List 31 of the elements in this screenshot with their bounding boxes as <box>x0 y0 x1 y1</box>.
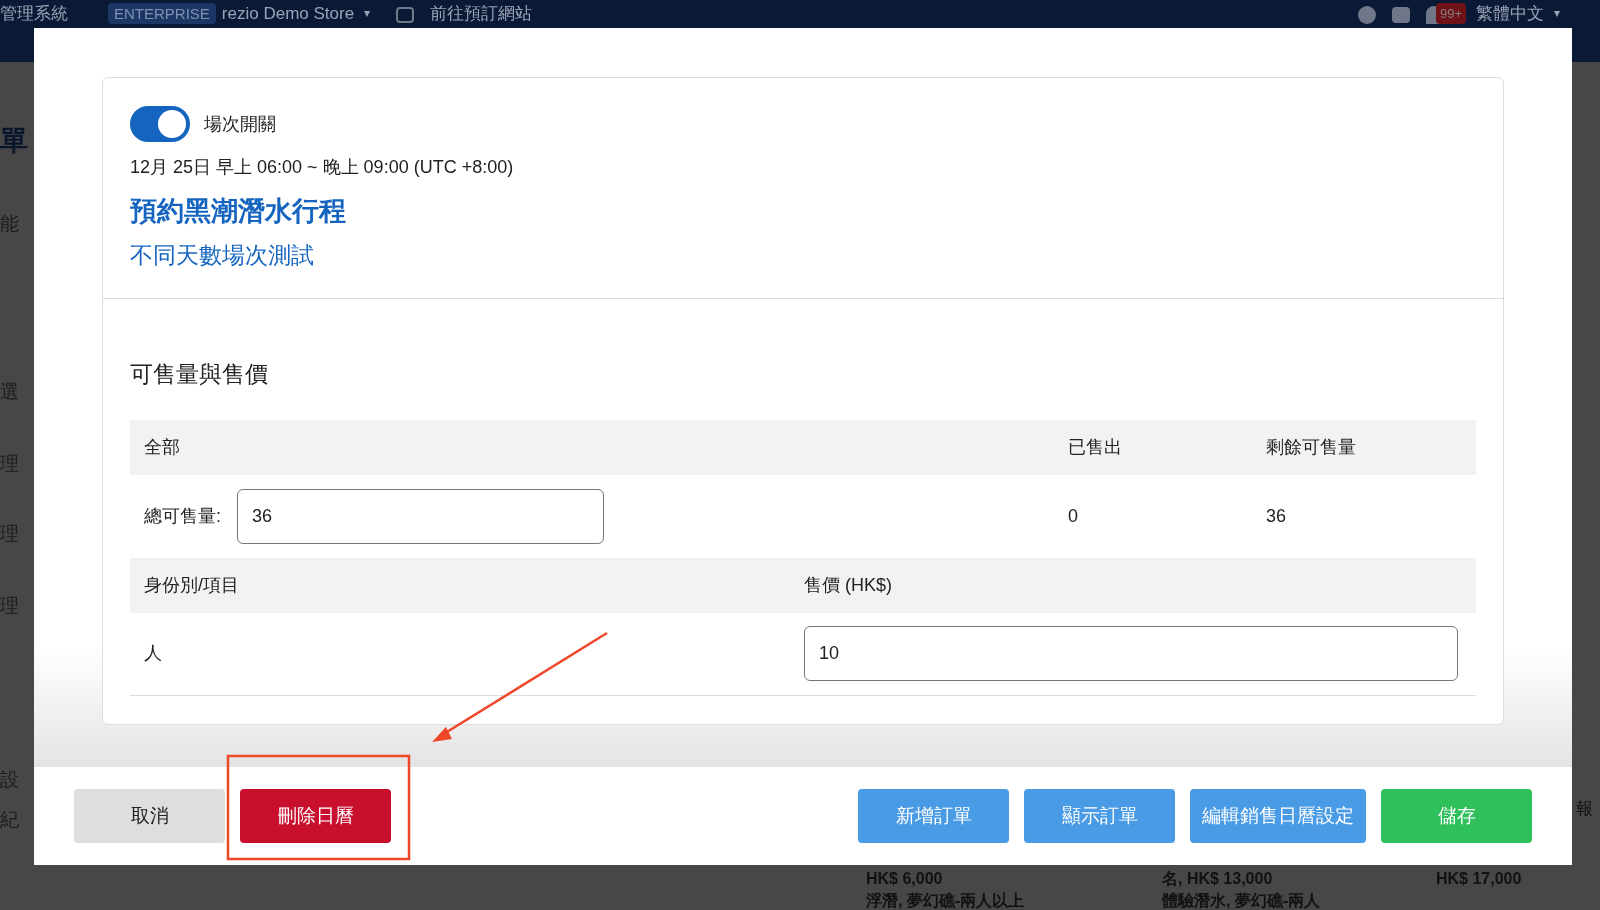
dialog-button[interactable]: 取消 <box>74 789 225 843</box>
notification-count: 99+ <box>1436 3 1467 24</box>
dialog-button[interactable]: 新增訂單 <box>858 789 1009 843</box>
sidebar-item[interactable]: 單 <box>0 120 28 162</box>
app-title: 管理系統 <box>0 3 68 24</box>
dialog-button[interactable]: 編輯銷售日曆設定 <box>1190 789 1366 843</box>
quantity-field[interactable]: 36 <box>237 488 604 544</box>
column-header: 身份別/項目 <box>143 573 240 597</box>
dialog-button[interactable]: 刪除日曆 <box>240 789 391 843</box>
product-title[interactable]: 預約黑潮潛水行程 <box>130 191 1476 232</box>
column-header: 全部 <box>143 435 181 459</box>
plan-badge: ENTERPRISE <box>108 3 216 24</box>
toggle-label: 場次開關 <box>204 112 276 136</box>
table-cell-text: 36 <box>1266 504 1287 528</box>
dialog-button[interactable]: 儲存 <box>1381 789 1532 843</box>
column-header: 售價 (HK$) <box>804 573 892 597</box>
column-header: 已售出 <box>1068 435 1123 459</box>
session-datetime: 12月 25日 早上 06:00 ~ 晚上 09:00 (UTC +8:00) <box>130 156 515 179</box>
dialog-button[interactable]: 顯示訂單 <box>1024 789 1175 843</box>
language-selector[interactable]: 繁體中文 <box>1476 3 1544 24</box>
table-cell-text: 人 <box>143 642 163 665</box>
price-field[interactable]: 10 <box>804 626 1458 681</box>
store-name[interactable]: rezio Demo Store <box>221 3 355 24</box>
caret-icon[interactable]: ▾ <box>364 3 371 24</box>
plan-name[interactable]: 不同天數場次測試 <box>130 237 1476 272</box>
table-cell-text: 0 <box>1068 504 1079 528</box>
caret-icon[interactable]: ▾ <box>1554 3 1560 24</box>
booking-site-link[interactable]: 前往預訂網站 <box>430 3 533 24</box>
column-header: 剩餘可售量 <box>1266 435 1356 459</box>
field-label: 總可售量: <box>144 504 221 528</box>
section-title: 可售量與售價 <box>130 360 269 389</box>
